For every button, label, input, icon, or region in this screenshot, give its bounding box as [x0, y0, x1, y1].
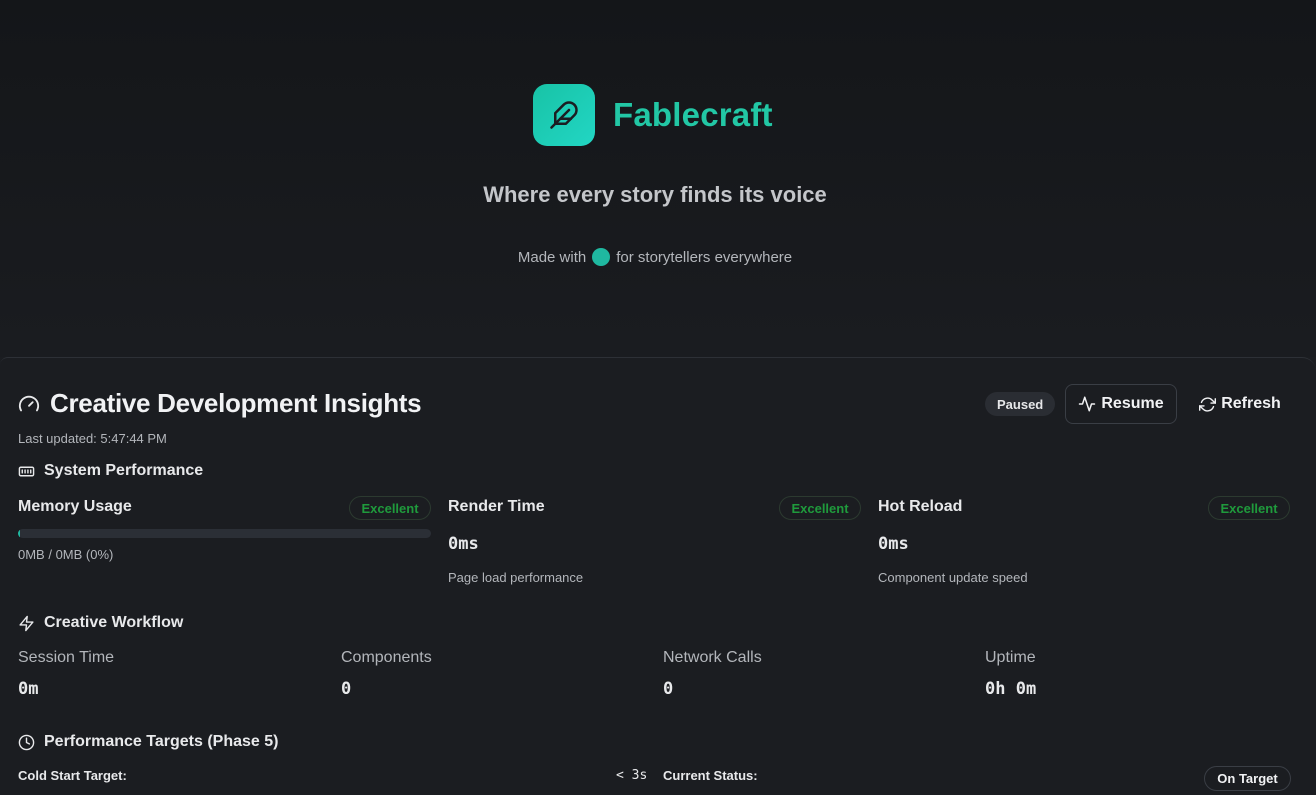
uptime-label: Uptime — [985, 649, 1036, 666]
logo — [533, 84, 595, 146]
hero-section: Fablecraft Where every story finds its v… — [0, 0, 1316, 357]
made-with-line: Made with for storytellers everywhere — [0, 248, 1310, 266]
page-title: Creative Development Insights — [50, 388, 422, 418]
uptime-value: 0h 0m — [985, 679, 1037, 699]
render-status-badge: Excellent — [779, 496, 861, 520]
brand-name: Fablecraft — [613, 96, 773, 133]
status-badge: Paused — [985, 392, 1056, 416]
performance-targets-title: Performance Targets (Phase 5) — [44, 733, 279, 750]
brand: Fablecraft — [533, 84, 773, 146]
cold-start-label: Cold Start Target: — [18, 768, 127, 783]
hot-reload-label: Hot Reload — [878, 498, 963, 515]
current-status-label: Current Status: — [663, 768, 758, 783]
session-time-value: 0m — [18, 679, 39, 699]
creative-workflow-title: Creative Workflow — [44, 614, 184, 631]
creative-workflow-heading: Creative Workflow — [18, 614, 183, 632]
render-time-value: 0ms — [448, 534, 479, 554]
memory-usage-bar — [18, 529, 431, 538]
refresh-label: Refresh — [1221, 395, 1281, 412]
refresh-button[interactable]: Refresh — [1190, 384, 1290, 424]
render-time-label: Render Time — [448, 498, 545, 515]
components-label: Components — [341, 649, 432, 666]
network-calls-label: Network Calls — [663, 649, 762, 666]
session-time-label: Session Time — [18, 649, 115, 666]
memory-usage-label: Memory Usage — [18, 498, 132, 515]
performance-targets-heading: Performance Targets (Phase 5) — [18, 733, 278, 751]
clock-icon — [18, 734, 35, 750]
made-with-prefix: Made with — [517, 249, 587, 266]
refresh-icon — [1199, 396, 1217, 412]
render-time-detail: Page load performance — [448, 570, 584, 585]
feather-icon — [550, 101, 578, 129]
hot-reload-detail: Component update speed — [878, 570, 1028, 585]
resume-button[interactable]: Resume — [1065, 384, 1177, 424]
network-calls-value: 0 — [663, 679, 674, 699]
resume-label: Resume — [1101, 395, 1164, 412]
tagline: Where every story finds its voice — [483, 182, 827, 207]
zap-icon — [19, 615, 34, 631]
activity-icon — [1079, 396, 1096, 412]
system-performance-title: System Performance — [44, 462, 204, 479]
insights-header: Creative Development Insights — [18, 388, 422, 419]
cold-start-value: < 3s — [616, 768, 648, 783]
hot-reload-value: 0ms — [878, 534, 909, 554]
components-value: 0 — [341, 679, 352, 699]
hot-reload-status-badge: Excellent — [1208, 496, 1290, 520]
memory-usage-detail: 0MB / 0MB (0%) — [18, 547, 114, 562]
heart-dot-icon — [592, 248, 611, 266]
gauge-icon — [18, 395, 40, 411]
on-target-badge: On Target — [1204, 766, 1291, 791]
made-with-suffix: for storytellers everywhere — [616, 249, 793, 266]
system-performance-heading: System Performance — [18, 462, 203, 480]
memory-status-badge: Excellent — [349, 496, 431, 520]
last-updated: Last updated: 5:47:44 PM — [18, 431, 167, 446]
memory-icon — [18, 466, 35, 476]
